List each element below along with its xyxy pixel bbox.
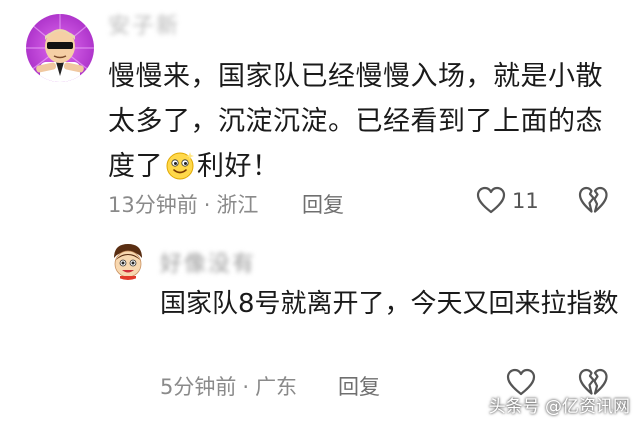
- watermark: 头条号 @亿资讯网: [488, 397, 630, 417]
- comment-like-count: 11: [512, 189, 539, 213]
- smile-emoji-icon: [164, 149, 196, 181]
- comment-time: 13分钟前: [108, 193, 198, 217]
- meta-separator: ·: [242, 375, 250, 399]
- dislike-broken-heart-icon[interactable]: [578, 186, 608, 214]
- comment-reply-button[interactable]: 回复: [302, 189, 344, 219]
- comment-username[interactable]: 安子新: [108, 8, 180, 40]
- reply-reply-button[interactable]: 回复: [338, 371, 380, 401]
- user-avatar[interactable]: [26, 14, 94, 82]
- like-heart-icon[interactable]: [476, 186, 506, 214]
- reply-meta: 5分钟前 · 广东: [160, 371, 297, 401]
- reply-user-avatar[interactable]: [108, 240, 148, 280]
- reply-location: 广东: [255, 375, 298, 399]
- comment-text-part-2: 利好！: [197, 151, 280, 182]
- comment-meta: 13分钟前 · 浙江: [108, 189, 258, 219]
- meta-separator: ·: [203, 193, 211, 217]
- reply-username[interactable]: 好像没有: [160, 246, 256, 278]
- comment-text: 慢慢来，国家队已经慢慢入场，就是小散太多了，沉淀沉淀。已经看到了上面的态度了 利…: [108, 54, 618, 189]
- reply-time: 5分钟前: [160, 375, 237, 399]
- comment-location: 浙江: [216, 193, 259, 217]
- reply-text: 国家队8号就离开了，今天又回来拉指数: [160, 289, 619, 319]
